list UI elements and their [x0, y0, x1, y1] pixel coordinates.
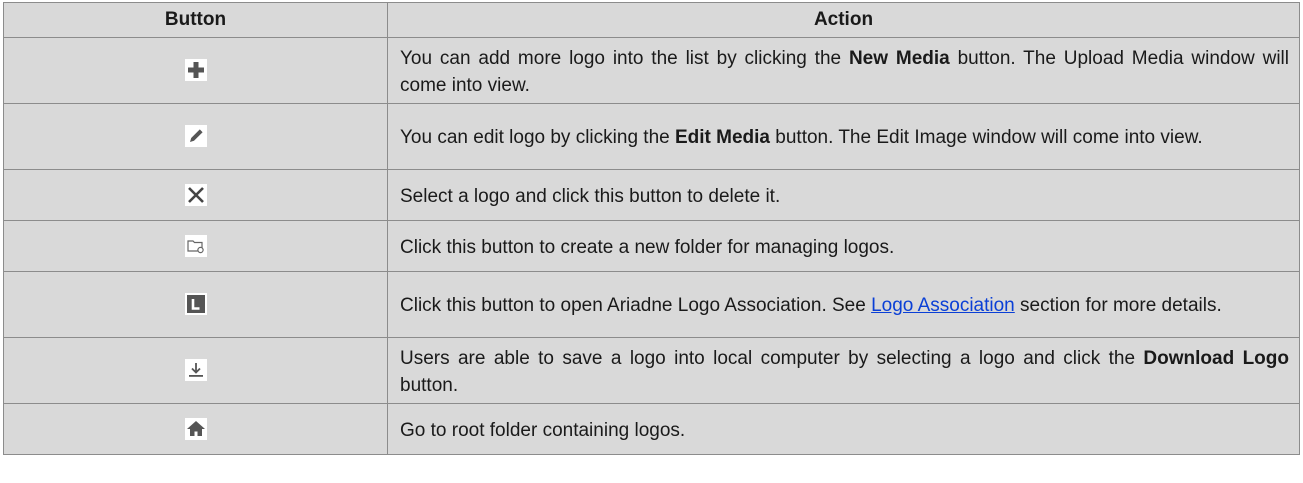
pencil-icon [184, 125, 207, 148]
logo-association-icon [184, 293, 207, 316]
action-cell: You can add more logo into the list by c… [387, 37, 1300, 104]
plus-icon [184, 59, 207, 82]
icon-cell [3, 103, 388, 170]
icon-cell [3, 337, 388, 404]
home-icon [184, 417, 207, 440]
button-action-table: Button Action You can add more logo into… [3, 2, 1300, 455]
table-row: Click this button to create a new folder… [3, 220, 1300, 272]
header-action: Action [387, 2, 1300, 38]
action-cell: You can edit logo by clicking the Edit M… [387, 103, 1300, 170]
table-row: You can add more logo into the list by c… [3, 37, 1300, 104]
icon-cell [3, 403, 388, 455]
table-row: Select a logo and click this button to d… [3, 169, 1300, 221]
table-header-row: Button Action [3, 2, 1300, 38]
action-cell: Users are able to save a logo into local… [387, 337, 1300, 404]
action-cell: Click this button to create a new folder… [387, 220, 1300, 272]
close-icon [184, 183, 207, 206]
icon-cell [3, 271, 388, 338]
table-row: You can edit logo by clicking the Edit M… [3, 103, 1300, 170]
icon-cell [3, 37, 388, 104]
icon-cell [3, 169, 388, 221]
action-cell: Click this button to open Ariadne Logo A… [387, 271, 1300, 338]
table-row: Users are able to save a logo into local… [3, 337, 1300, 404]
new-folder-icon [184, 234, 207, 257]
logo-association-link[interactable]: Logo Association [871, 295, 1015, 316]
action-cell: Go to root folder containing logos. [387, 403, 1300, 455]
header-button: Button [3, 2, 388, 38]
icon-cell [3, 220, 388, 272]
download-icon [184, 359, 207, 382]
action-cell: Select a logo and click this button to d… [387, 169, 1300, 221]
table-row: Go to root folder containing logos. [3, 403, 1300, 455]
table-row: Click this button to open Ariadne Logo A… [3, 271, 1300, 338]
